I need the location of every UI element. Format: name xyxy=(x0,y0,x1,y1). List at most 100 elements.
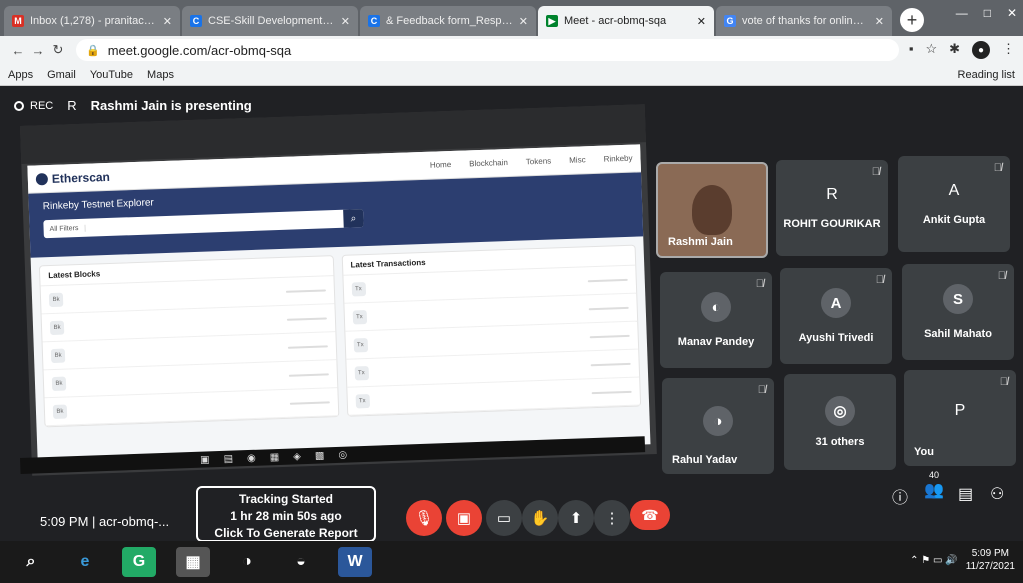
word-icon[interactable]: W xyxy=(338,547,372,577)
tx-icon: Tx xyxy=(351,281,366,297)
system-tray: ⌃ ⚑ ▭ 🔊 5:09 PM 11/27/2021 xyxy=(910,548,1015,572)
url-field[interactable]: 🔒 meet.google.com/acr-obmq-sqa xyxy=(76,39,899,61)
tab-inbox[interactable]: MInbox (1,278) - pranitachaudha✕ xyxy=(4,6,180,36)
meeting-clock: 5:09 PM | acr-obmq-... xyxy=(40,514,170,529)
raise-hand-button[interactable]: ✋ xyxy=(522,500,558,536)
participant-tile-ankit[interactable]: 🎙̸ A Ankit Gupta xyxy=(898,156,1010,252)
participant-tile-manav[interactable]: 🎙̸ ◐ Manav Pandey xyxy=(660,272,772,368)
camera-icon[interactable]: ▪ xyxy=(909,41,914,59)
participant-tile-others[interactable]: ◎ 31 others xyxy=(784,374,896,470)
tab-cse-skill[interactable]: CCSE-Skill Development worksh✕ xyxy=(182,6,358,36)
shared-screen: Etherscan Home Blockchain Tokens Misc Ri… xyxy=(20,104,657,476)
mic-off-icon: 🎙̸ xyxy=(757,384,766,396)
participant-tile-sahil[interactable]: 🎙̸ S Sahil Mahato xyxy=(902,264,1014,360)
close-icon[interactable]: ✕ xyxy=(519,15,528,28)
nav-tokens[interactable]: Tokens xyxy=(526,156,552,166)
info-icon: ⓘ xyxy=(892,490,909,507)
people-button[interactable]: 40 👥 xyxy=(924,470,944,500)
video-feed xyxy=(692,185,732,235)
search-icon[interactable]: ⌕ xyxy=(14,547,48,577)
mic-off-icon: 🎙̸ xyxy=(755,278,764,290)
tab-meet[interactable]: ▶ Meet - acr-obmq-sqa ✕ xyxy=(538,6,714,36)
presenting-banner: Rashmi Jain is presenting xyxy=(90,98,252,113)
mic-off-icon: 🎙̸ xyxy=(871,166,880,178)
extensions-icon[interactable]: ✱ xyxy=(949,41,960,59)
nav-blockchain[interactable]: Blockchain xyxy=(469,158,508,168)
bookmark-youtube[interactable]: YouTube xyxy=(90,69,133,81)
explorer-search: All Filters ⌕ xyxy=(43,209,364,239)
doc-icon: C xyxy=(190,15,202,27)
browser-tab-strip: MInbox (1,278) - pranitachaudha✕ CCSE-Sk… xyxy=(0,0,1023,36)
latest-blocks-card: Latest Blocks Bk Bk Bk Bk Bk xyxy=(38,255,339,428)
nav-rinkeby[interactable]: Rinkeby xyxy=(603,154,632,164)
close-window-icon[interactable]: ✕ xyxy=(1007,6,1017,20)
participant-tile-ayushi[interactable]: 🎙̸ A Ayushi Trivedi xyxy=(780,268,892,364)
photos-icon[interactable]: ▦ xyxy=(176,547,210,577)
mic-off-icon: 🎙̸ xyxy=(999,376,1008,388)
avatar: A xyxy=(821,288,851,318)
tx-icon: Tx xyxy=(352,309,367,325)
participant-tile-rashmi[interactable]: Rashmi Jain xyxy=(656,162,768,258)
nav-misc[interactable]: Misc xyxy=(569,155,586,165)
tx-icon: Tx xyxy=(355,393,370,408)
chat-icon: ▤ xyxy=(958,486,974,503)
search-button[interactable]: ⌕ xyxy=(343,209,364,228)
filter-select[interactable]: All Filters xyxy=(43,224,86,233)
mic-off-icon: 🎙̸ xyxy=(997,270,1006,282)
phone-end-icon: ☎ xyxy=(641,506,659,523)
more-options-button[interactable]: ⋮ xyxy=(594,500,630,536)
tray-icons[interactable]: ⌃ ⚑ ▭ 🔊 xyxy=(910,555,958,566)
search-input[interactable] xyxy=(85,219,343,228)
block-icon: Bk xyxy=(49,320,65,335)
bookmark-maps[interactable]: Maps xyxy=(147,69,174,81)
participant-tile-rahul[interactable]: 🎙̸ ◑ Rahul Yadav xyxy=(662,378,774,474)
more-icon: ⋮ xyxy=(604,510,620,527)
participant-tile-you[interactable]: 🎙̸ P You xyxy=(904,370,1016,466)
generate-report-link[interactable]: Click To Generate Report xyxy=(198,525,374,542)
close-icon[interactable]: ✕ xyxy=(875,15,884,28)
participant-tile-rohit[interactable]: 🎙̸ R ROHIT GOURIKAR xyxy=(776,160,888,256)
captions-button[interactable]: ▭ xyxy=(486,500,522,536)
reading-list[interactable]: Reading list xyxy=(958,69,1015,81)
block-icon: Bk xyxy=(50,348,66,363)
mic-off-icon: 🎙̸ xyxy=(875,274,884,286)
profile-avatar[interactable]: ● xyxy=(972,41,990,59)
tab-feedback-form[interactable]: C& Feedback form_Responce Sh✕ xyxy=(360,6,536,36)
meeting-details-button[interactable]: ⓘ xyxy=(892,484,908,508)
leave-call-button[interactable]: ☎ xyxy=(630,500,670,530)
back-icon[interactable]: ← xyxy=(8,43,28,58)
mic-toggle-button[interactable]: 🎙 xyxy=(406,500,442,536)
camera-off-icon: ▣ xyxy=(456,510,472,527)
chat-button[interactable]: ▤ xyxy=(958,484,973,504)
chrome-icon[interactable]: G xyxy=(122,547,156,577)
doc-icon: C xyxy=(368,15,380,27)
present-button[interactable]: ⬆ xyxy=(558,500,594,536)
block-icon: Bk xyxy=(48,292,64,307)
mic-off-icon: 🎙̸ xyxy=(993,162,1002,174)
lock-icon: 🔒 xyxy=(86,44,100,57)
close-icon[interactable]: ✕ xyxy=(341,15,350,28)
latest-transactions-card: Latest Transactions Tx Tx Tx Tx Tx xyxy=(341,244,642,417)
camera-toggle-button[interactable]: ▣ xyxy=(446,500,482,536)
forward-icon[interactable]: → xyxy=(28,43,48,58)
bookmark-apps[interactable]: Apps xyxy=(8,69,33,81)
music-icon[interactable]: ◒ xyxy=(284,547,318,577)
nav-home[interactable]: Home xyxy=(430,160,452,170)
tab-vote-of-thanks[interactable]: Gvote of thanks for online webin✕ xyxy=(716,6,892,36)
close-icon[interactable]: ✕ xyxy=(697,15,706,28)
new-tab-button[interactable]: + xyxy=(900,8,924,32)
bookmark-gmail[interactable]: Gmail xyxy=(47,69,76,81)
activities-button[interactable]: ⚇ xyxy=(990,484,1004,504)
minimize-icon[interactable]: — xyxy=(956,6,968,20)
reload-icon[interactable]: ↻ xyxy=(48,42,68,58)
window-controls: — □ ✕ xyxy=(956,6,1017,20)
menu-icon[interactable]: ⋮ xyxy=(1002,41,1015,59)
captions-icon: ▭ xyxy=(496,510,512,527)
media-icon[interactable]: ◑ xyxy=(230,547,264,577)
maximize-icon[interactable]: □ xyxy=(984,6,991,20)
edge-icon[interactable]: e xyxy=(68,547,102,577)
present-icon: ⬆ xyxy=(569,510,583,527)
close-icon[interactable]: ✕ xyxy=(163,15,172,28)
tracking-popup[interactable]: Tracking Started 1 hr 28 min 50s ago Cli… xyxy=(196,486,376,542)
star-icon[interactable]: ☆ xyxy=(925,41,937,59)
